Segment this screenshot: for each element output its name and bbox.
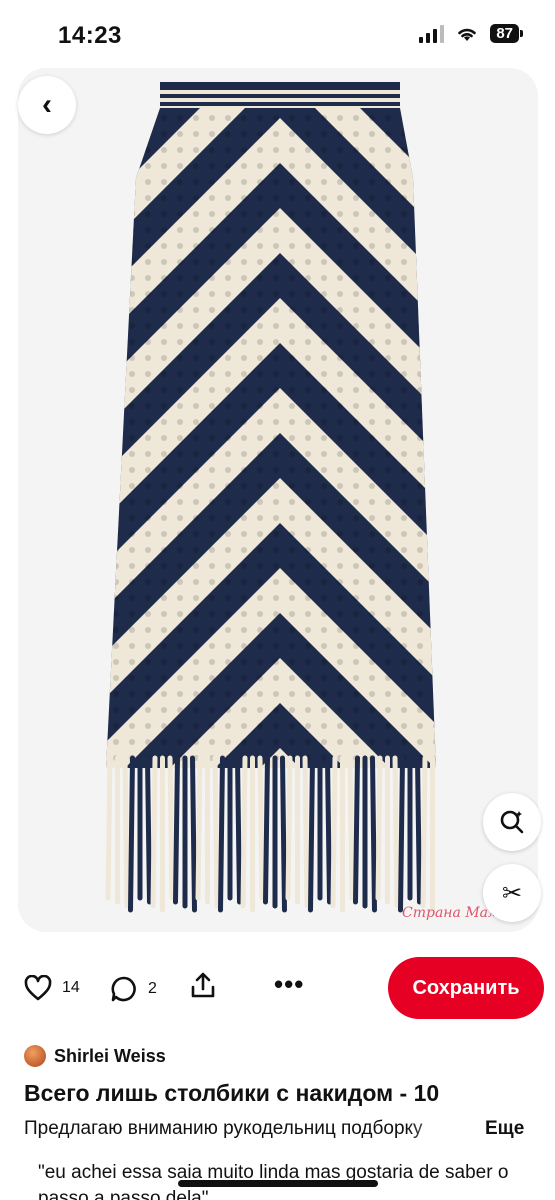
avatar[interactable] xyxy=(24,1045,46,1067)
more-link[interactable]: Еще xyxy=(485,1118,524,1140)
battery-icon: 87 xyxy=(490,24,523,43)
visual-search-button[interactable] xyxy=(483,793,541,851)
home-indicator xyxy=(178,1180,378,1187)
share-icon xyxy=(191,972,215,998)
crochet-skirt-image xyxy=(105,82,436,913)
more-options-button[interactable]: ••• xyxy=(274,969,304,1000)
like-button[interactable]: 14 xyxy=(24,975,80,1001)
save-button[interactable]: Сохранить xyxy=(388,957,544,1019)
status-bar: 14:23 87 xyxy=(0,0,555,70)
like-count: 14 xyxy=(62,979,80,996)
chevron-left-icon: ‹ xyxy=(42,88,52,121)
pin-description: Предлагаю вниманию рукодельниц подборку xyxy=(24,1118,423,1139)
pin-image[interactable] xyxy=(18,68,538,932)
status-icons: 87 xyxy=(419,24,523,43)
watermark: Страна Мам xyxy=(402,905,500,921)
wifi-icon xyxy=(458,28,477,41)
lens-search-icon xyxy=(500,810,524,834)
status-time: 14:23 xyxy=(58,22,122,49)
author[interactable]: Shirlei Weiss xyxy=(24,1045,166,1067)
share-button[interactable] xyxy=(190,971,216,999)
pin-title: Всего лишь столбики с накидом - 10 xyxy=(24,1080,440,1106)
author-name[interactable]: Shirlei Weiss xyxy=(54,1046,166,1067)
comment-bubble-icon xyxy=(111,976,136,1002)
more-options-icon: ••• xyxy=(274,969,305,999)
comment-button[interactable]: 2 xyxy=(110,975,157,1003)
comment-count: 2 xyxy=(148,980,157,997)
heart-icon xyxy=(24,975,52,1001)
back-button[interactable]: ‹ xyxy=(18,76,76,134)
scissors-icon: ✂ xyxy=(501,879,523,907)
cutout-button[interactable]: ✂ xyxy=(483,864,541,922)
cellular-signal-icon xyxy=(419,24,445,43)
